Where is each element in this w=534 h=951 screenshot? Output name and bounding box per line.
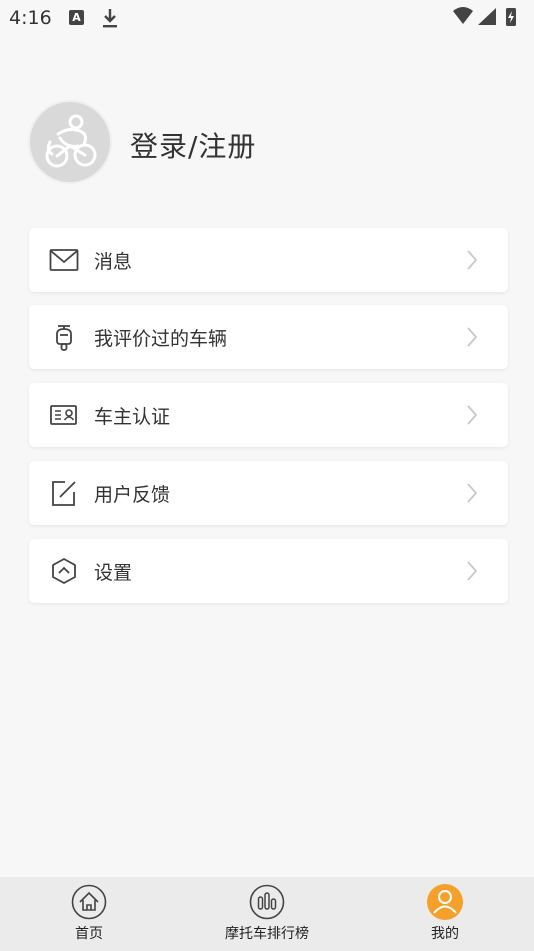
wifi-icon [453, 7, 473, 24]
menu-item-label: 设置 [94, 562, 133, 584]
id-card-icon [50, 405, 77, 425]
settings-hexagon-icon [52, 558, 76, 584]
home-icon [71, 884, 107, 920]
signal-icon [478, 8, 496, 25]
ranking-bars-icon [249, 884, 285, 920]
menu-item-rated-vehicles[interactable]: 我评价过的车辆 [29, 305, 508, 369]
chevron-right-icon [467, 405, 478, 425]
chevron-right-icon [467, 561, 478, 581]
menu-item-feedback[interactable]: 用户反馈 [29, 461, 508, 525]
menu-item-owner-verification[interactable]: 车主认证 [29, 383, 508, 447]
user-icon [427, 884, 463, 920]
tab-label: 首页 [75, 926, 103, 942]
tab-label: 我的 [431, 926, 459, 942]
notification-a-icon: A [69, 10, 84, 25]
chevron-right-icon [467, 250, 478, 270]
bottom-tab-bar: 首页 摩托车排行榜 我的 [0, 877, 534, 951]
download-icon [103, 9, 117, 28]
avatar[interactable] [28, 100, 112, 184]
status-bar: 4:16 A [0, 0, 534, 36]
menu-item-settings[interactable]: 设置 [29, 539, 508, 603]
chevron-right-icon [467, 483, 478, 503]
menu-item-label: 车主认证 [94, 406, 171, 428]
menu-item-label: 我评价过的车辆 [94, 328, 228, 350]
tab-home[interactable]: 首页 [0, 877, 178, 951]
tab-label: 摩托车排行榜 [225, 926, 309, 942]
system-status-icons [453, 7, 516, 26]
tab-mine[interactable]: 我的 [356, 877, 534, 951]
mail-icon [49, 249, 79, 271]
cyclist-icon [45, 114, 97, 168]
menu-item-messages[interactable]: 消息 [29, 228, 508, 292]
menu-item-label: 用户反馈 [94, 484, 171, 506]
tab-motorcycle-ranking[interactable]: 摩托车排行榜 [178, 877, 356, 951]
status-time: 4:16 [9, 7, 52, 29]
scooter-icon [56, 325, 72, 351]
login-register-link[interactable]: 登录/注册 [130, 125, 256, 165]
edit-icon [52, 481, 76, 506]
menu-item-label: 消息 [94, 251, 133, 273]
chevron-right-icon [467, 327, 478, 347]
